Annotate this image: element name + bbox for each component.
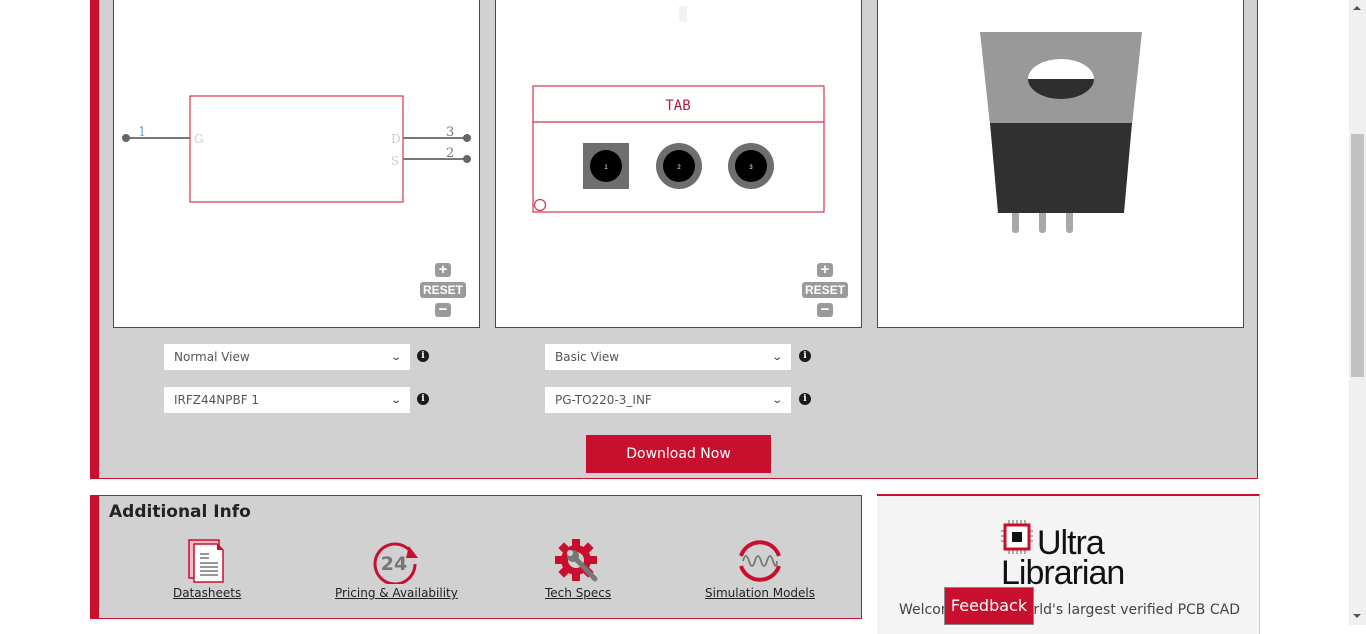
to220-3d-model (980, 32, 1142, 233)
symbol-part-value: IRFZ44NPBF 1 (174, 393, 260, 407)
footprint-marker (679, 6, 687, 22)
zoom-out-button[interactable]: − (435, 302, 451, 317)
logo-text-librarian: Librarian (1001, 554, 1125, 592)
feedback-button[interactable]: Feedback (944, 587, 1034, 625)
svg-text:24: 24 (381, 553, 407, 575)
symbol-part-select[interactable]: IRFZ44NPBF 1 ⌄ (164, 387, 410, 413)
footprint-package-select[interactable]: PG-TO220-3_INF ⌄ (545, 387, 791, 413)
datasheet-icon (188, 539, 224, 583)
pin-dot-3 (463, 134, 471, 142)
datasheets-link[interactable]: Datasheets (173, 586, 241, 600)
scroll-down-arrow-icon[interactable] (1353, 614, 1361, 618)
3d-model-viewer[interactable] (877, 0, 1244, 328)
footprint-view-select[interactable]: Basic View ⌄ (545, 344, 791, 370)
footprint-package-value: PG-TO220-3_INF (555, 393, 652, 407)
ultra-librarian-logo: Ultra Librarian (1001, 520, 1141, 590)
info-icon[interactable]: i (417, 393, 429, 405)
tech-specs-link[interactable]: Tech Specs (545, 586, 611, 600)
scroll-up-arrow-icon[interactable] (1353, 6, 1361, 10)
symbol-view-select[interactable]: Normal View ⌄ (164, 344, 410, 370)
reset-button[interactable]: RESET (802, 282, 849, 298)
additional-info-title: Additional Info (109, 502, 251, 522)
pin-number-2: 2 (446, 146, 454, 161)
simulation-models-link[interactable]: Simulation Models (705, 586, 815, 600)
pin-name-2: S (391, 154, 399, 168)
info-icon[interactable]: i (417, 350, 429, 362)
chevron-down-icon: ⌄ (389, 351, 402, 363)
footprint-viewer[interactable]: TAB 1 2 3 + RESET − (495, 0, 862, 328)
info-icon[interactable]: i (799, 350, 811, 362)
chip-icon (1001, 520, 1033, 554)
pin-dot-2 (463, 155, 471, 163)
pin-dot-1 (122, 134, 130, 142)
footprint-zoom-controls: + RESET − (802, 262, 849, 317)
tech-specs-item[interactable]: Tech Specs (545, 538, 611, 600)
tab-label: TAB (665, 98, 690, 114)
pin-name-3: D (391, 132, 401, 146)
symbol-viewer[interactable]: 1 G 3 D 2 S + RESET − (113, 0, 480, 328)
datasheets-item[interactable]: Datasheets (173, 538, 241, 600)
pin-name-1: G (194, 132, 204, 146)
gear-wrench-icon (555, 539, 598, 582)
footprint-view-value: Basic View (555, 350, 620, 364)
waveform-icon (739, 540, 781, 582)
ultra-librarian-panel: Ultra Librarian Welcome to the world's l… (877, 494, 1260, 634)
pin1-indicator (533, 198, 547, 212)
reset-button[interactable]: RESET (420, 282, 467, 298)
pin-number-1: 1 (138, 125, 146, 140)
24-hour-icon: 24 (373, 542, 419, 584)
symbol-zoom-controls: + RESET − (420, 262, 467, 317)
download-now-button[interactable]: Download Now (586, 435, 771, 473)
chevron-down-icon: ⌄ (770, 351, 783, 363)
simulation-models-item[interactable]: Simulation Models (705, 538, 815, 600)
chevron-down-icon: ⌄ (389, 394, 402, 406)
symbol-view-value: Normal View (174, 350, 250, 364)
scrollbar-thumb[interactable] (1351, 134, 1364, 377)
zoom-in-button[interactable]: + (435, 262, 451, 277)
zoom-in-button[interactable]: + (817, 262, 833, 277)
symbol-body (189, 95, 404, 203)
pricing-availability-item[interactable]: 24 Pricing & Availability (335, 538, 458, 600)
info-icon[interactable]: i (799, 393, 811, 405)
additional-info-panel: Additional Info Datasheets 24 Pricing & … (90, 495, 862, 619)
pin-number-3: 3 (446, 125, 454, 140)
pricing-availability-link[interactable]: Pricing & Availability (335, 586, 458, 600)
zoom-out-button[interactable]: − (817, 302, 833, 317)
chevron-down-icon: ⌄ (770, 394, 783, 406)
package-body (990, 123, 1132, 213)
page-scrollbar[interactable] (1349, 0, 1366, 625)
